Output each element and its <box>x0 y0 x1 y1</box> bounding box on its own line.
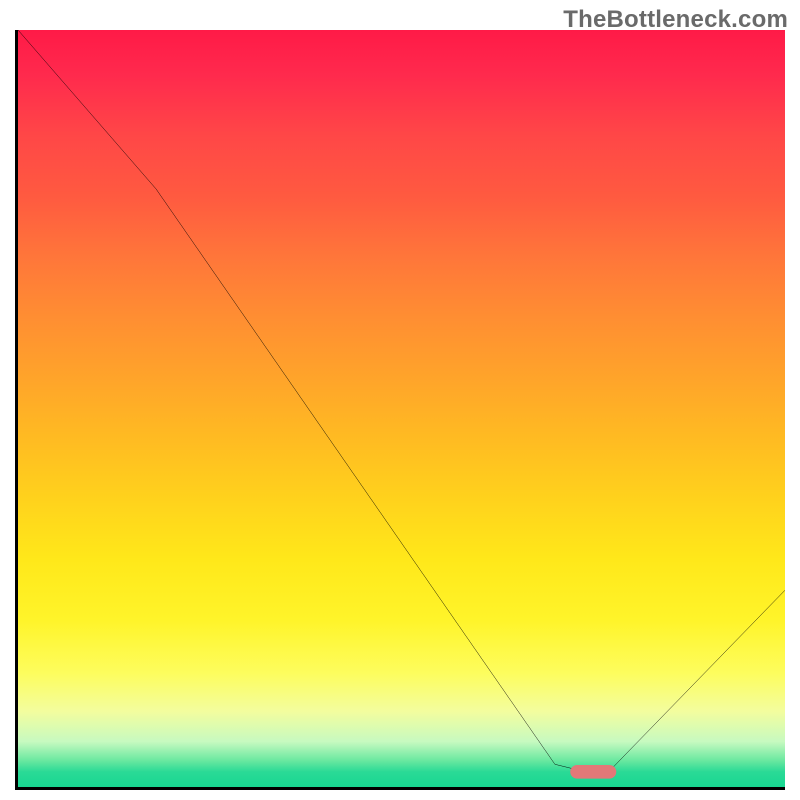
plot-area <box>15 30 785 790</box>
bottleneck-curve-path <box>18 30 785 772</box>
watermark-text: TheBottleneck.com <box>563 6 788 34</box>
chart-wrapper: TheBottleneck.com <box>0 0 800 800</box>
chart-svg <box>18 30 785 787</box>
optimal-marker <box>570 765 616 779</box>
